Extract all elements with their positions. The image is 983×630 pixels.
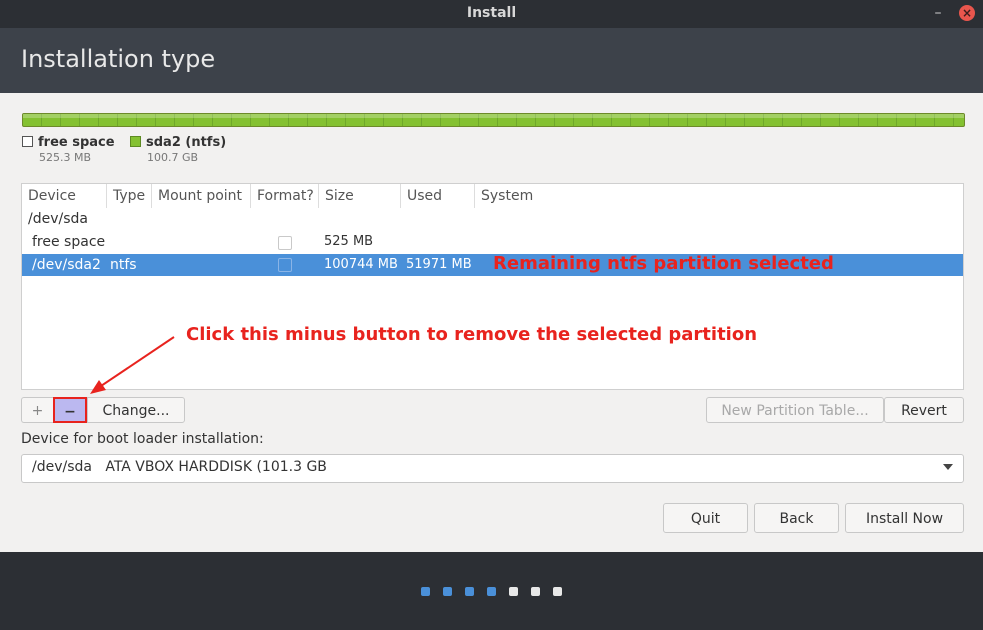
revert-button[interactable]: Revert — [884, 397, 964, 423]
column-mount-point[interactable]: Mount point — [152, 184, 251, 208]
title-bar: Install – × — [0, 0, 983, 28]
legend-sda2-swatch — [130, 136, 141, 147]
legend-free-name: free space — [38, 135, 115, 150]
column-used[interactable]: Used — [401, 184, 475, 208]
legend-free-swatch — [22, 136, 33, 147]
progress-step-dot — [421, 587, 430, 596]
minimize-icon[interactable]: – — [929, 4, 947, 22]
column-size[interactable]: Size — [319, 184, 401, 208]
table-row-sda2-used: 51971 MB — [406, 257, 472, 272]
add-partition-button[interactable]: + — [21, 397, 53, 423]
bootloader-select[interactable]: /dev/sda ATA VBOX HARDDISK (101.3 GB — [21, 454, 964, 483]
progress-step-dot — [443, 587, 452, 596]
table-row-free-size: 525 MB — [324, 234, 374, 249]
quit-button[interactable]: Quit — [663, 503, 748, 533]
format-checkbox-sda2[interactable] — [278, 258, 292, 272]
column-device[interactable]: Device — [22, 184, 107, 208]
page-header: Installation type — [0, 28, 983, 93]
close-icon[interactable]: × — [959, 5, 975, 21]
bootloader-selected-value: /dev/sda ATA VBOX HARDDISK (101.3 GB — [32, 459, 327, 475]
table-row-free-device[interactable]: free space — [32, 231, 105, 253]
table-row-sda2-size: 100744 MB — [324, 257, 398, 272]
annotation-minus-instruction: Click this minus button to remove the se… — [186, 324, 758, 345]
progress-step-dot — [553, 587, 562, 596]
progress-step-dot — [531, 587, 540, 596]
install-now-button[interactable]: Install Now — [845, 503, 964, 533]
dropdown-arrow-icon — [943, 464, 953, 470]
change-partition-button[interactable]: Change... — [87, 397, 185, 423]
partition-bar — [22, 113, 965, 127]
legend-sda2: sda2 (ntfs) 100.7 GB — [130, 135, 227, 164]
progress-step-dot — [509, 587, 518, 596]
progress-footer — [0, 552, 983, 630]
legend-sda2-name: sda2 (ntfs) — [146, 135, 227, 150]
legend-free-space: free space 525.3 MB — [22, 135, 115, 164]
column-format[interactable]: Format? — [251, 184, 319, 208]
annotation-selected-partition: Remaining ntfs partition selected — [493, 253, 834, 274]
column-type[interactable]: Type — [107, 184, 152, 208]
partition-table[interactable]: Device Type Mount point Format? Size Use… — [21, 183, 964, 390]
legend-sda2-size: 100.7 GB — [147, 151, 199, 164]
format-checkbox-free[interactable] — [278, 236, 292, 250]
bootloader-label: Device for boot loader installation: — [21, 431, 264, 447]
back-button[interactable]: Back — [754, 503, 839, 533]
new-partition-table-button[interactable]: New Partition Table... — [706, 397, 884, 423]
table-row-sda2-device: /dev/sda2 — [32, 257, 101, 273]
window-title: Install — [466, 5, 517, 21]
progress-step-dot — [465, 587, 474, 596]
page-title: Installation type — [21, 45, 216, 73]
legend-free-size: 525.3 MB — [39, 151, 92, 164]
remove-partition-button[interactable]: − — [53, 397, 87, 423]
progress-step-dot — [487, 587, 496, 596]
table-row-selected[interactable]: /dev/sda2 ntfs 100744 MB 51971 MB Remain… — [22, 253, 963, 276]
table-row-sda-device[interactable]: /dev/sda — [28, 208, 88, 230]
table-row-sda2-type: ntfs — [110, 257, 137, 273]
main-content: free space 525.3 MB sda2 (ntfs) 100.7 GB… — [0, 93, 983, 552]
column-system[interactable]: System — [475, 184, 963, 208]
